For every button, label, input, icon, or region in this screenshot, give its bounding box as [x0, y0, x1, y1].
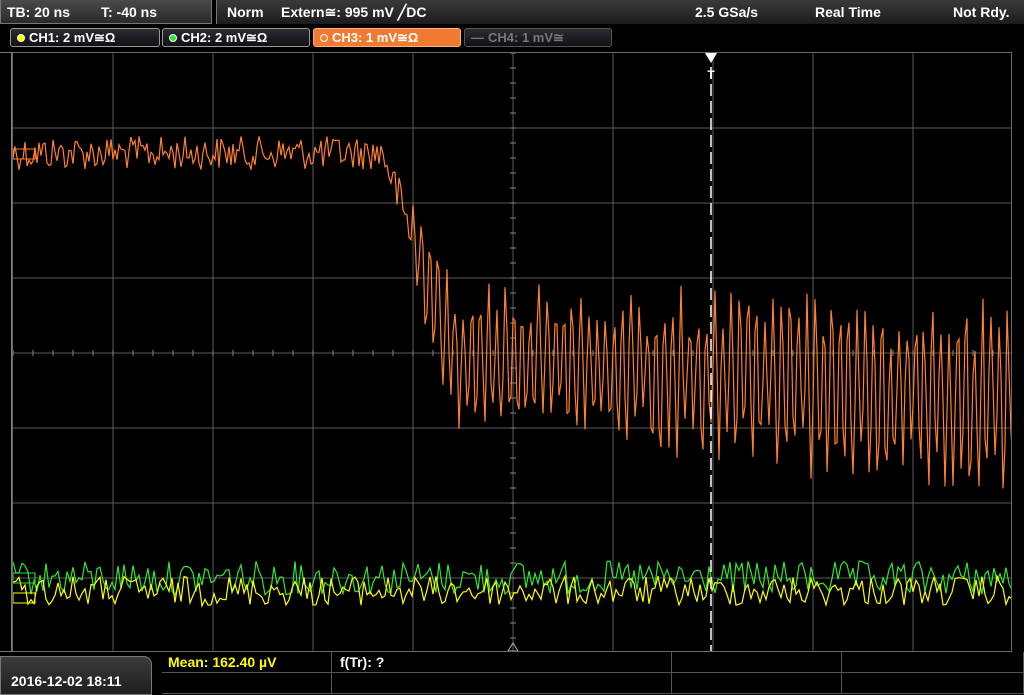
timebase-panel[interactable]: TB: 20 ns T: -40 ns: [0, 0, 212, 24]
measurement-cell-4: [842, 652, 1024, 673]
trigger-mode: Norm: [227, 4, 264, 20]
run-status: Not Rdy.: [953, 4, 1010, 20]
ch2-label: CH2: 2 mV≅Ω: [181, 29, 268, 45]
ch4-off-icon: —: [471, 30, 484, 45]
rise-measurement: f(Tr): ?: [340, 654, 385, 670]
trigger-time-value: T: -40 ns: [101, 4, 158, 20]
ch3-label: CH3: 1 mV≅Ω: [332, 29, 419, 45]
measurement-cell-6: [332, 673, 672, 694]
measurement-cell-5: [162, 673, 332, 694]
date-time-panel: 2016-12-02 18:11: [0, 656, 152, 695]
channel-tab-ch3[interactable]: CH3: 1 mV≅Ω: [313, 28, 461, 47]
measurement-cell-3: [672, 652, 842, 673]
measurement-cell-7: [672, 673, 842, 694]
waveform-canvas: T: [13, 53, 1011, 651]
timebase-value: TB: 20 ns: [7, 4, 71, 20]
ch1-color-dot: [17, 33, 25, 42]
measurement-panel[interactable]: Mean: 162.40 µV f(Tr): ?: [162, 652, 1024, 695]
trigger-source: Extern≅: 995 mV ╱DC: [281, 4, 427, 20]
ch3-color-dot: [320, 33, 328, 42]
channel-tab-ch1[interactable]: CH1: 2 mV≅Ω: [10, 28, 160, 47]
channel-tab-ch2[interactable]: CH2: 2 mV≅Ω: [162, 28, 310, 47]
waveform-display[interactable]: T: [12, 52, 1012, 652]
channel-tab-ch4[interactable]: — CH4: 1 mV≅: [464, 28, 612, 47]
trigger-marker-label: T: [707, 68, 715, 82]
date-time: 2016-12-02 18:11: [11, 673, 122, 689]
sample-rate: 2.5 GSa/s: [695, 4, 759, 20]
ch4-label: CH4: 1 mV≅: [488, 29, 564, 45]
plot-left-edge: [0, 52, 12, 652]
acquisition-status-strip[interactable]: Norm Extern≅: 995 mV ╱DC 2.5 GSa/s Real …: [216, 0, 1024, 24]
ch2-color-dot: [169, 33, 177, 42]
mean-measurement: Mean: 162.40 µV: [168, 654, 277, 670]
acquisition-mode: Real Time: [815, 4, 881, 20]
measurement-cell-8: [842, 673, 1024, 694]
measurement-cell-mean: Mean: 162.40 µV: [162, 652, 332, 673]
trigger-position-icon: [705, 53, 717, 63]
top-status-bar: TB: 20 ns T: -40 ns Norm Extern≅: 995 mV…: [0, 0, 1024, 26]
measurement-cell-rise: f(Tr): ?: [332, 652, 672, 673]
ch1-label: CH1: 2 mV≅Ω: [29, 29, 116, 45]
